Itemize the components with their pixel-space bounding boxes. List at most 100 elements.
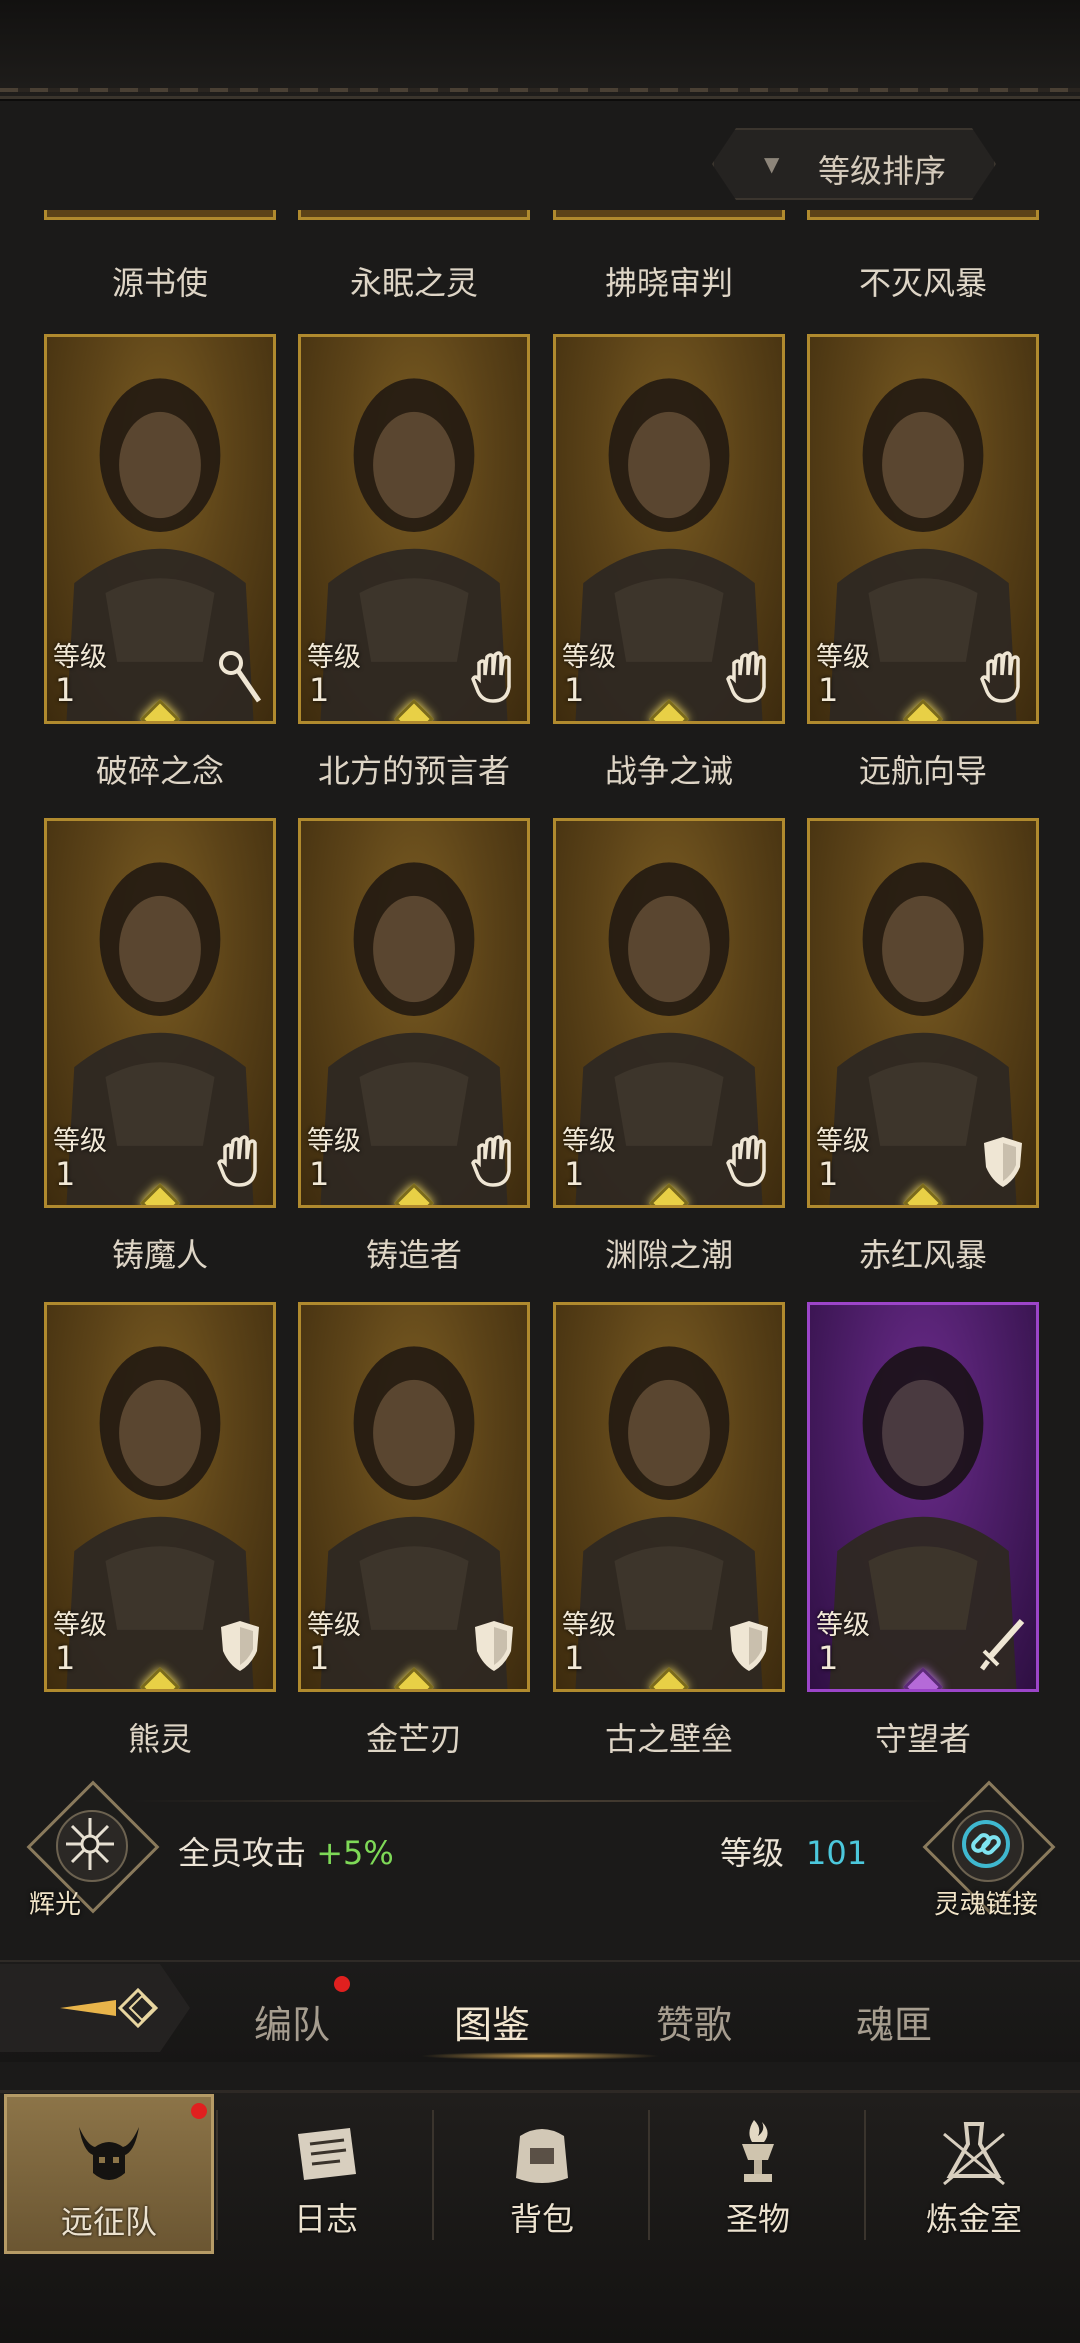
hero-card[interactable]: 等级 1 xyxy=(298,334,530,724)
card-bottom-partial[interactable] xyxy=(298,210,530,220)
soul-level: 等级 101 xyxy=(720,1828,867,1874)
nav-label: 背包 xyxy=(509,2200,574,2238)
emblem-label: 灵魂链接 xyxy=(933,1890,1038,1920)
level-label: 等级 xyxy=(816,642,870,673)
tab-formation[interactable]: 编队 xyxy=(254,1994,330,2049)
fist-icon xyxy=(469,1133,519,1189)
level-value: 1 xyxy=(55,1639,76,1677)
scroll-icon xyxy=(298,2128,356,2180)
tab-bar: 编队 图鉴 赞歌 魂匣 xyxy=(0,1960,1080,2062)
level-label: 等级 xyxy=(307,1610,361,1641)
card-bottom-partial[interactable] xyxy=(807,210,1039,220)
sort-label: 等级排序 xyxy=(818,152,947,190)
alchemy-icon xyxy=(943,2122,1005,2186)
hero-card[interactable]: 等级 1 xyxy=(553,818,785,1208)
hero-card[interactable]: 等级 1 xyxy=(807,334,1039,724)
hero-name: 铸魔人 xyxy=(111,1236,208,1274)
hero-card[interactable]: 等级 1 xyxy=(807,1302,1039,1692)
hand-icon xyxy=(978,649,1028,705)
hero-name: 源书使 xyxy=(111,264,208,302)
nav-backpack[interactable]: 背包 xyxy=(434,2094,650,2254)
horned-helmet-icon xyxy=(79,2127,139,2180)
fist-icon xyxy=(215,1133,265,1189)
notification-dot xyxy=(334,1976,350,1992)
level-value: 101 xyxy=(806,1834,868,1872)
hero-name: 古之壁垒 xyxy=(604,1720,733,1758)
hero-name: 铸造者 xyxy=(365,1236,462,1274)
nav-label: 日志 xyxy=(293,2200,358,2238)
nav-label: 远征队 xyxy=(60,2203,157,2241)
shield-icon xyxy=(724,1617,774,1673)
nav-label: 圣物 xyxy=(725,2200,790,2238)
hero-name: 战争之诫 xyxy=(604,752,733,790)
tab-hymn[interactable]: 赞歌 xyxy=(656,1994,732,2049)
level-value: 1 xyxy=(309,671,330,709)
hero-name: 渊隙之潮 xyxy=(604,1236,733,1274)
hero-name: 北方的预言者 xyxy=(317,752,510,790)
top-frame xyxy=(0,0,1080,99)
nav-journal[interactable]: 日志 xyxy=(218,2094,434,2254)
divider xyxy=(130,1800,950,1802)
hero-card[interactable]: 等级 1 xyxy=(44,1302,276,1692)
card-bottom-partial[interactable] xyxy=(553,210,785,220)
arrow-left-icon xyxy=(60,1987,159,2029)
tab-codex[interactable]: 图鉴 xyxy=(454,1994,530,2049)
bonus-text: 全员攻击 +5% xyxy=(178,1828,394,1874)
shield-icon xyxy=(215,1617,265,1673)
nav-alchemy[interactable]: 炼金室 xyxy=(866,2094,1080,2254)
level-value: 1 xyxy=(564,1639,585,1677)
level-value: 1 xyxy=(55,1155,76,1193)
tab-soul-box[interactable]: 魂匣 xyxy=(856,1994,932,2049)
hero-name: 守望者 xyxy=(874,1720,971,1758)
soul-link-emblem[interactable]: 灵魂链接 xyxy=(922,1780,1056,1920)
hand-icon xyxy=(724,649,774,705)
hero-name: 金芒刃 xyxy=(365,1720,462,1758)
backpack-icon xyxy=(516,2129,568,2183)
dropdown-arrow-icon: ▼ xyxy=(764,152,780,176)
shield-icon xyxy=(978,1133,1028,1189)
sort-dropdown[interactable]: ▼ 等级排序 xyxy=(712,128,996,200)
active-tab-glow xyxy=(420,2052,660,2060)
chain-link-icon xyxy=(962,1820,1010,1868)
hero-card[interactable]: 等级 1 xyxy=(553,334,785,724)
hero-card[interactable]: 等级 1 xyxy=(298,818,530,1208)
hero-name: 破碎之念 xyxy=(95,752,224,790)
sun-sword-icon xyxy=(66,1818,114,1870)
bonus-value: +5% xyxy=(316,1834,394,1872)
radiance-emblem[interactable]: 辉光 xyxy=(26,1780,160,1920)
hero-name: 不灭风暴 xyxy=(858,264,987,302)
level-label: 等级 xyxy=(53,642,107,673)
hero-card[interactable]: 等级 1 xyxy=(44,818,276,1208)
hero-name: 拂晓审判 xyxy=(604,264,733,302)
hero-name: 赤红风暴 xyxy=(858,1236,987,1274)
hero-card[interactable]: 等级 1 xyxy=(44,334,276,724)
level-label: 等级 xyxy=(562,642,616,673)
level-value: 1 xyxy=(55,671,76,709)
hero-card[interactable]: 等级 1 xyxy=(298,1302,530,1692)
nav-expedition[interactable]: 远征队 xyxy=(4,2094,214,2254)
nav-relics[interactable]: 圣物 xyxy=(650,2094,866,2254)
staff-icon xyxy=(215,649,265,705)
level-value: 1 xyxy=(564,671,585,709)
fist-icon xyxy=(724,1133,774,1189)
back-button[interactable] xyxy=(0,1964,190,2052)
level-value: 1 xyxy=(309,1639,330,1677)
hero-name: 远航向导 xyxy=(858,752,987,790)
level-label: 等级 xyxy=(816,1126,870,1157)
level-value: 1 xyxy=(818,1639,839,1677)
chalice-icon xyxy=(742,2120,774,2182)
hero-name: 熊灵 xyxy=(127,1720,192,1758)
sword-icon xyxy=(978,1617,1028,1673)
hero-card[interactable]: 等级 1 xyxy=(553,1302,785,1692)
level-label: 等级 xyxy=(307,1126,361,1157)
level-value: 1 xyxy=(818,671,839,709)
level-label: 等级 xyxy=(816,1610,870,1641)
hero-card[interactable]: 等级 1 xyxy=(807,818,1039,1208)
level-label: 等级 xyxy=(307,642,361,673)
level-label: 等级 xyxy=(53,1610,107,1641)
card-bottom-partial[interactable] xyxy=(44,210,276,220)
bonus-label: 全员攻击 xyxy=(178,1834,307,1872)
hand-icon xyxy=(469,649,519,705)
nav-label: 炼金室 xyxy=(925,2200,1022,2238)
emblem-label: 辉光 xyxy=(28,1890,81,1920)
